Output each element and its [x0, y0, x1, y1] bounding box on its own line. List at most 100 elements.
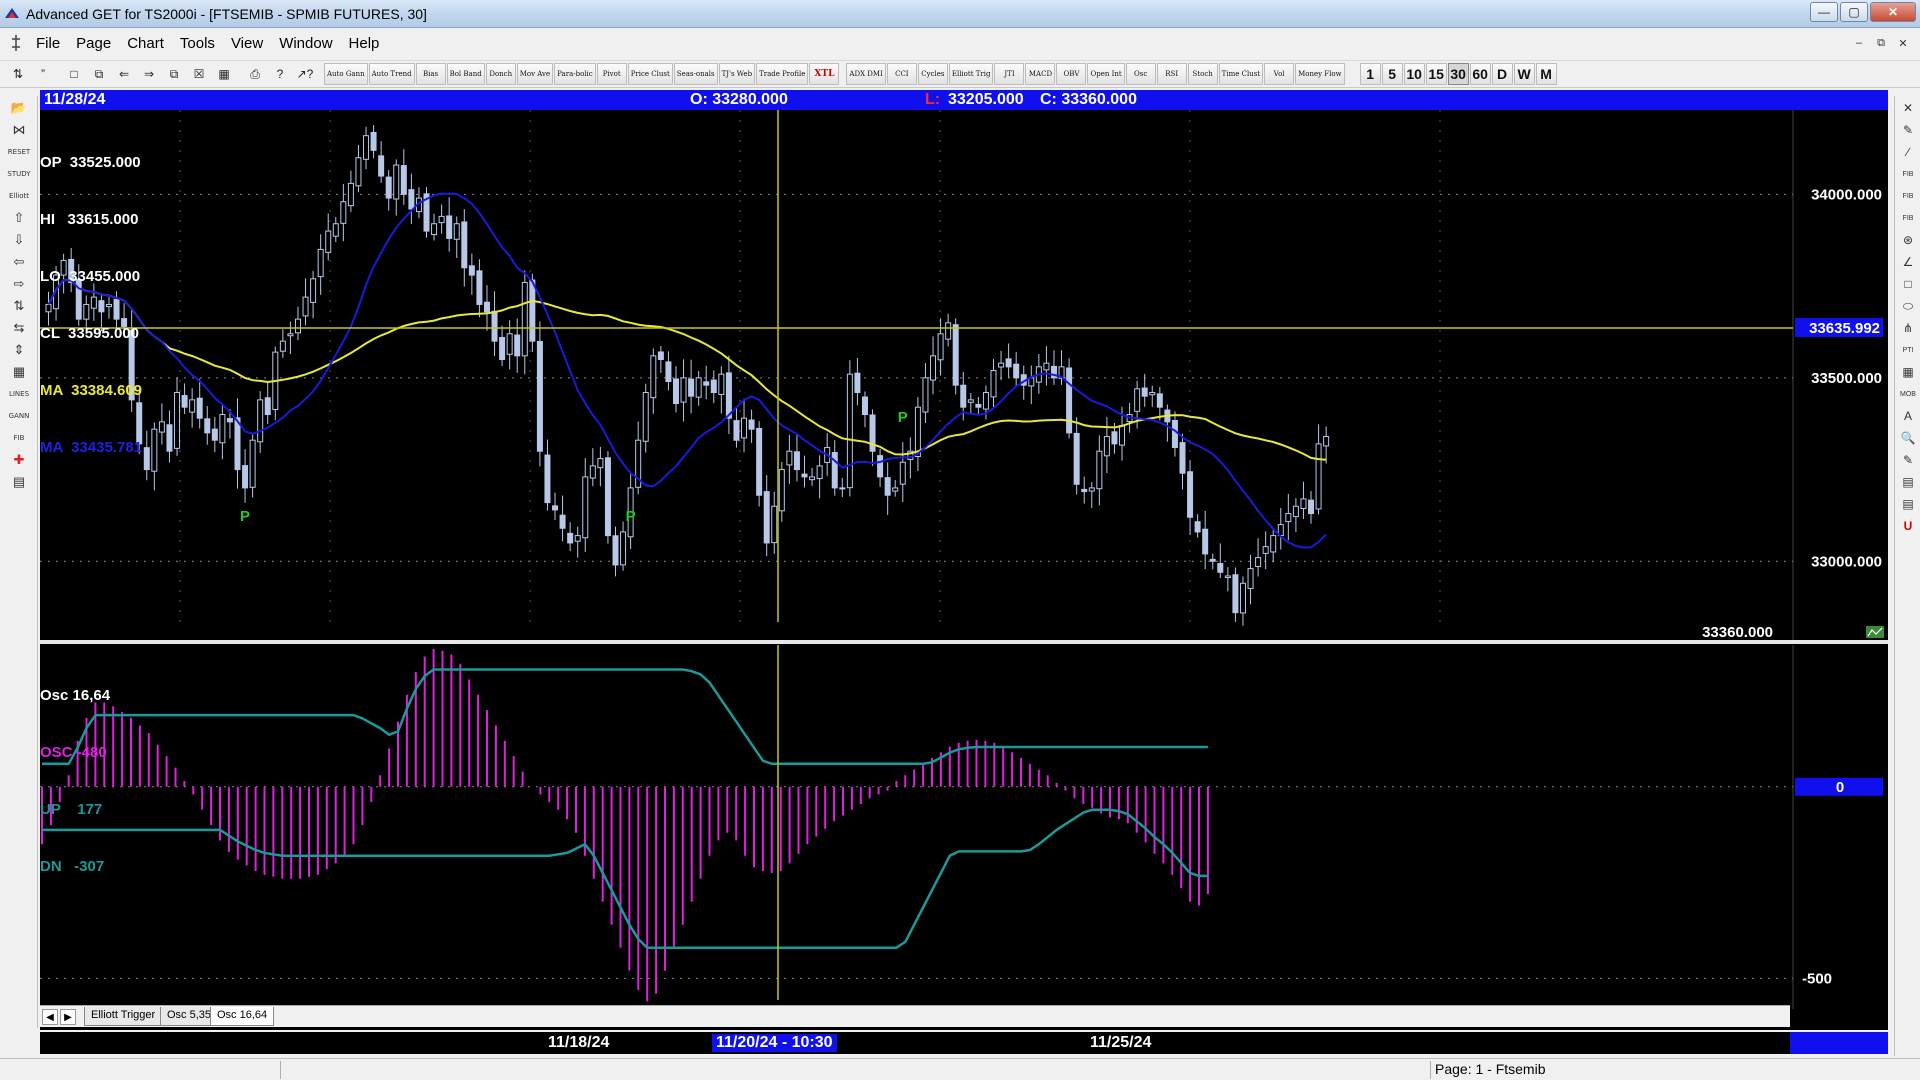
expand-horizontal-icon[interactable]: ⇆ [4, 317, 34, 338]
forward-icon[interactable]: ⇒ [137, 63, 161, 85]
quote-icon[interactable]: ” [31, 63, 55, 85]
zoom-icon[interactable]: 🔍 [1897, 428, 1919, 448]
mdi-close-button[interactable]: ✕ [1892, 34, 1914, 52]
menu-page[interactable]: Page [68, 35, 119, 52]
study-auto-trend-button[interactable]: Auto Trend [368, 63, 415, 85]
compress-vertical-icon[interactable]: ⇕ [4, 339, 34, 360]
ind-time-clust-button[interactable]: Time Clust [1218, 63, 1264, 85]
context-help-icon[interactable]: ↗? [293, 63, 317, 85]
chart-corner-icon[interactable] [1866, 626, 1884, 638]
ind-vol-button[interactable]: Vol [1264, 63, 1295, 85]
ind-cci-button[interactable]: CCI [886, 63, 917, 85]
chart-window[interactable]: 11/28/24 O: 33280.000 L: 33205.000 C: 33… [40, 90, 1888, 1030]
fib-icon[interactable]: FIB [4, 427, 34, 448]
gann-icon[interactable]: GANN [4, 405, 34, 426]
fib-ret-icon[interactable]: FIB [1897, 164, 1919, 184]
tab-scroll-left-icon[interactable]: ◀ [42, 1009, 58, 1025]
ind-jti-button[interactable]: JTI [994, 63, 1025, 85]
new-page-icon[interactable]: □ [62, 63, 86, 85]
study-price-clust-button[interactable]: Price Clust [627, 63, 673, 85]
study-tj-web-button[interactable]: TJ's Web [718, 63, 756, 85]
pencil-icon[interactable]: ✎ [1897, 120, 1919, 140]
ind-adx-dmi-button[interactable]: ADX DMI [846, 63, 886, 85]
print-icon[interactable]: ⎙ [243, 63, 267, 85]
settings-panel-icon[interactable]: ▤ [4, 471, 34, 492]
period-30-button[interactable]: 30 [1447, 63, 1469, 85]
text-icon[interactable]: A [1897, 406, 1919, 426]
price-chart[interactable]: P P P 34000.000 33500.000 33000.000 33635.99… [40, 110, 1888, 642]
delete-icon[interactable]: ☒ [187, 63, 211, 85]
expand-vertical-icon[interactable]: ⇅ [4, 295, 34, 316]
ind-stoch-button[interactable]: Stoch [1187, 63, 1218, 85]
pointer-icon[interactable]: ⇅ [6, 63, 30, 85]
period-60-button[interactable]: 60 [1469, 63, 1491, 85]
menu-window[interactable]: Window [271, 35, 340, 52]
menu-help[interactable]: Help [341, 35, 388, 52]
tab-scroll-right-icon[interactable]: ▶ [60, 1009, 76, 1025]
period-daily-button[interactable]: D [1491, 63, 1513, 85]
grid-select-icon[interactable]: ▦ [4, 361, 34, 382]
channel-icon[interactable]: ∕ [1897, 142, 1919, 162]
arrow-up-icon[interactable]: ⇧ [4, 207, 34, 228]
arrow-right-icon[interactable]: ⇨ [4, 273, 34, 294]
elliott-icon[interactable]: Elliott [4, 185, 34, 206]
back-icon[interactable]: ⇐ [112, 63, 136, 85]
ind-cycles-button[interactable]: Cycles [917, 63, 948, 85]
study-seasonals-button[interactable]: Seas-onals [673, 63, 718, 85]
mob-icon[interactable]: MOB [1897, 384, 1919, 404]
windows-icon[interactable]: ⧉ [162, 63, 186, 85]
undo-icon[interactable]: U [1897, 516, 1919, 536]
period-5-button[interactable]: 5 [1381, 63, 1403, 85]
study-auto-gann-button[interactable]: Auto Gann [324, 63, 368, 85]
paint-icon[interactable]: ✎ [1897, 450, 1919, 470]
open-folder-icon[interactable]: 📂 [4, 97, 34, 118]
study-icon[interactable]: STUDY [4, 163, 34, 184]
menu-chart[interactable]: Chart [119, 35, 172, 52]
ind-macd-button[interactable]: MACD [1025, 63, 1056, 85]
zoom-compare-icon[interactable]: ⋈ [4, 119, 34, 140]
study-trade-profile-button[interactable]: Trade Profile [756, 63, 809, 85]
grid-icon[interactable]: ▦ [212, 63, 236, 85]
arrow-left-icon[interactable]: ⇦ [4, 251, 34, 272]
help-icon[interactable]: ? [268, 63, 292, 85]
pti-icon[interactable]: PTI [1897, 340, 1919, 360]
layers-icon[interactable]: ▤ [1897, 494, 1919, 514]
ind-obv-button[interactable]: OBV [1056, 63, 1087, 85]
maximize-button[interactable]: ▢ [1840, 2, 1868, 22]
pitchfork-icon[interactable]: ⋔ [1897, 318, 1919, 338]
study-donch-button[interactable]: Donch [485, 63, 516, 85]
ind-elliott-trig-button[interactable]: Elliott Trig [948, 63, 994, 85]
crosshair-icon[interactable]: ✚ [4, 449, 34, 470]
mdi-restore-button[interactable]: ⧉ [1870, 34, 1892, 52]
menu-view[interactable]: View [223, 35, 271, 52]
study-bol-band-button[interactable]: Bol Band [446, 63, 485, 85]
ind-rsi-button[interactable]: RSI [1156, 63, 1187, 85]
arrow-down-icon[interactable]: ⇩ [4, 229, 34, 250]
reset-icon[interactable]: RESET [4, 141, 34, 162]
period-monthly-button[interactable]: M [1535, 63, 1557, 85]
fib-time-icon[interactable]: FIB [1897, 208, 1919, 228]
lines-icon[interactable]: LINES [4, 383, 34, 404]
period-10-button[interactable]: 10 [1403, 63, 1425, 85]
delete-tool-icon[interactable]: ✕ [1897, 98, 1919, 118]
ellipse-icon[interactable]: ⬭ [1897, 296, 1919, 316]
menu-file[interactable]: File [28, 35, 68, 52]
menu-tools[interactable]: Tools [172, 35, 223, 52]
tab-elliott-trigger[interactable]: Elliott Trigger [84, 1007, 163, 1026]
fan-icon[interactable]: ∠ [1897, 252, 1919, 272]
mdi-minimize-button[interactable]: – [1848, 34, 1870, 52]
fib-ext-icon[interactable]: FIB [1897, 186, 1919, 206]
ind-open-int-button[interactable]: Open Int [1087, 63, 1125, 85]
template-icon[interactable]: ▤ [1897, 472, 1919, 492]
tab-osc-16-64[interactable]: Osc 16,64 [210, 1007, 275, 1026]
spiral-icon[interactable]: ⊛ [1897, 230, 1919, 250]
grid-tool-icon[interactable]: ▦ [1897, 362, 1919, 382]
period-1-button[interactable]: 1 [1359, 63, 1381, 85]
ind-money-flow-button[interactable]: Money Flow [1295, 63, 1345, 85]
study-mov-ave-button[interactable]: Mov Ave [516, 63, 554, 85]
ind-osc-button[interactable]: Osc [1125, 63, 1156, 85]
study-xtl-button[interactable]: XTL [809, 63, 840, 85]
period-weekly-button[interactable]: W [1513, 63, 1535, 85]
study-parabolic-button[interactable]: Para-bolic [554, 63, 596, 85]
pane-divider[interactable] [40, 640, 1888, 644]
